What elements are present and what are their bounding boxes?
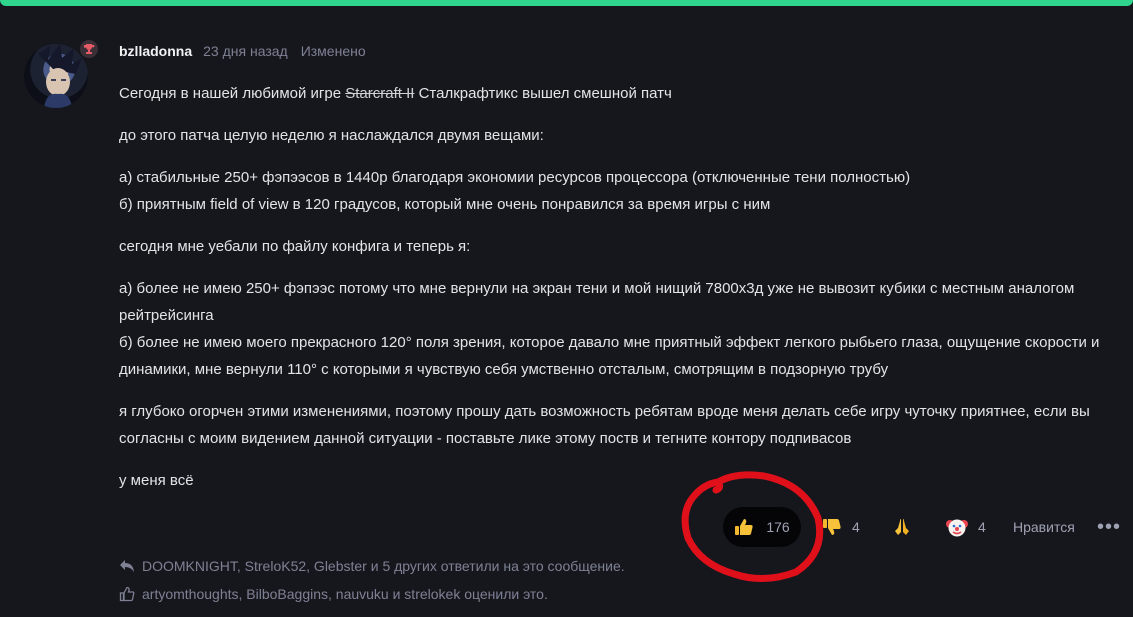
folded-hands-icon [895, 519, 909, 535]
trophy-icon [84, 44, 95, 54]
thumbs-up-count: 176 [766, 519, 790, 535]
more-options-button[interactable]: ••• [1097, 507, 1121, 547]
post-paragraph: до этого патча целую неделю я наслаждалс… [119, 127, 544, 144]
likes-text: artyomthoughts, BilboBaggins, nauvuku и … [142, 586, 548, 602]
like-button[interactable]: Нравится [1013, 507, 1075, 547]
likes-summary[interactable]: artyomthoughts, BilboBaggins, nauvuku и … [119, 583, 548, 605]
post-paragraph: а) более не имею 250+ фэпээс потому что … [119, 280, 1075, 324]
post-paragraph: у меня всё [119, 472, 194, 489]
trophy-badge[interactable] [78, 38, 100, 60]
reaction-thumbs-up[interactable]: 176 [723, 507, 801, 547]
username-link[interactable]: bzlladonna [119, 43, 192, 59]
thumbs-down-count: 4 [852, 519, 860, 535]
clown-count: 4 [978, 519, 986, 535]
reply-icon [120, 560, 134, 572]
post-paragraph: а) стабильные 250+ фэпээсов в 1440р благ… [119, 169, 911, 186]
post-paragraph: я глубоко огорчен этими изменениями, поэ… [119, 403, 1090, 447]
thumbs-down-icon [823, 519, 841, 535]
post-timestamp[interactable]: 23 дня назад [203, 43, 288, 59]
strikethrough-text: Starcraft II [345, 85, 415, 102]
post-paragraph: б) более не имею моего прекрасного 120° … [119, 334, 1100, 378]
post-paragraph: б) приятным field of view в 120 градусов… [119, 196, 771, 213]
clown-face-icon [946, 519, 968, 537]
thumbs-up-icon [735, 519, 753, 535]
post-paragraph: сегодня мне уебали по файлу конфига и те… [119, 238, 471, 255]
replies-summary[interactable]: DOOMKNIGHT, StreloK52, Glebster и 5 друг… [119, 555, 625, 577]
post-body: Сегодня в нашей любимой игре Starcraft I… [119, 80, 1124, 494]
post-text: Сегодня в нашей любимой игре [119, 85, 346, 102]
reaction-clown[interactable]: 4 [946, 507, 986, 547]
thumbs-up-outline-icon [119, 586, 135, 602]
reaction-bar: 176 4 4 Нравится ••• [0, 507, 1133, 547]
reaction-thumbs-down[interactable]: 4 [822, 507, 860, 547]
replies-text: DOOMKNIGHT, StreloK52, Glebster и 5 друг… [142, 558, 625, 574]
post-meta: bzlladonna 23 дня назад Изменено [119, 43, 366, 63]
post-paragraph: Сегодня в нашей любимой игре Starcraft I… [119, 80, 1124, 107]
post-text: Сталкрафтикс вышел смешной патч [414, 85, 672, 102]
reaction-pray[interactable] [892, 507, 922, 547]
edited-label[interactable]: Изменено [301, 43, 366, 59]
